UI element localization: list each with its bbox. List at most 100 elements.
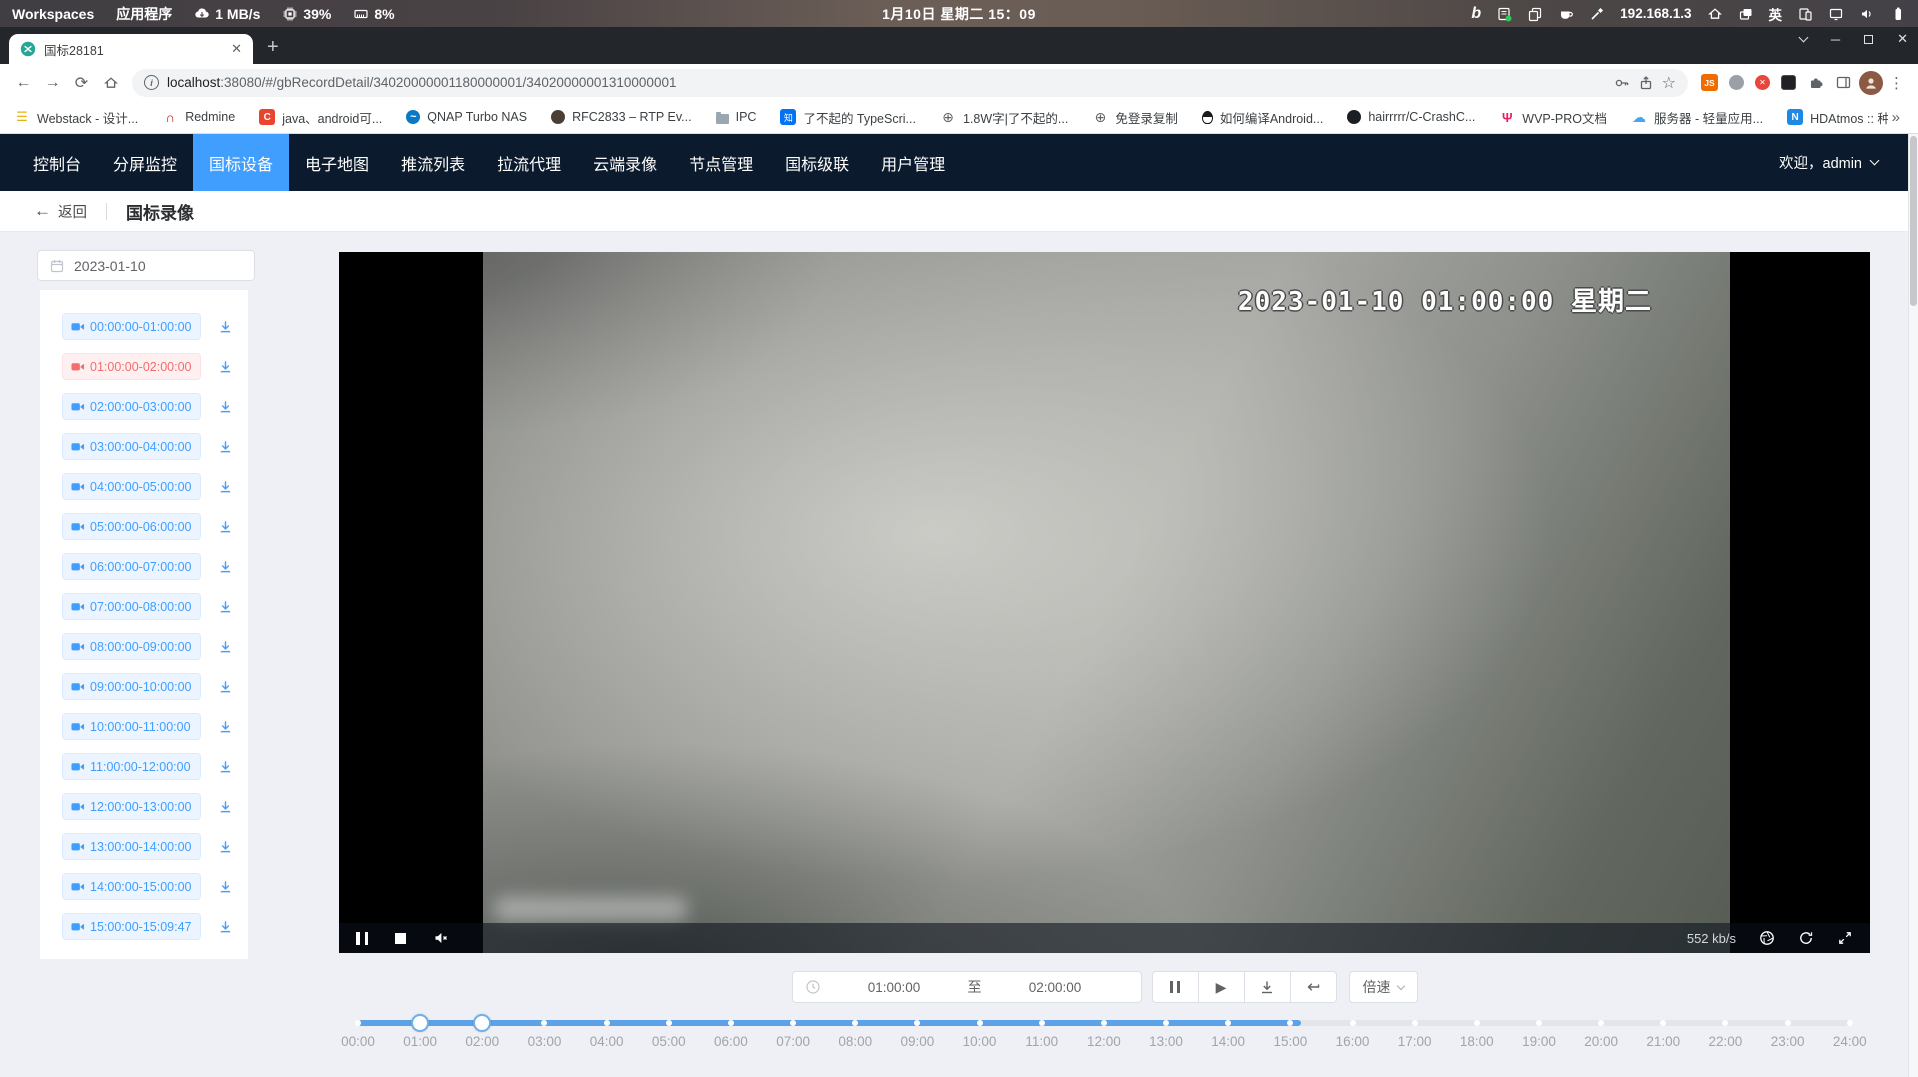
recording-segment-button[interactable]: 10:00:00-11:00:00 <box>62 713 201 740</box>
bookmark[interactable]: WVP-PRO文档 <box>1499 108 1607 127</box>
player-refresh-button[interactable] <box>1798 930 1814 946</box>
timeline-start-handle[interactable] <box>411 1014 429 1032</box>
timeline-end-handle[interactable] <box>473 1014 491 1032</box>
nav-tab[interactable]: 国标级联 <box>769 134 865 191</box>
nav-tab[interactable]: 节点管理 <box>673 134 769 191</box>
download-segment-button[interactable] <box>218 639 233 654</box>
display-tray-icon[interactable] <box>1828 6 1844 22</box>
player-mute-button[interactable] <box>433 930 449 946</box>
network-speed-indicator[interactable]: 1 MB/s <box>194 6 260 22</box>
profile-avatar[interactable] <box>1859 71 1883 95</box>
download-segment-button[interactable] <box>218 879 233 894</box>
extensions-puzzle-icon[interactable] <box>1807 74 1824 91</box>
bookmark[interactable]: 服务器 - 轻量应用... <box>1631 108 1763 127</box>
browser-home-button[interactable] <box>97 75 124 91</box>
recording-segment-button[interactable]: 08:00:00-09:00:00 <box>62 633 201 660</box>
recording-segment-button[interactable]: 00:00:00-01:00:00 <box>62 313 201 340</box>
memory-usage-indicator[interactable]: 8% <box>353 6 394 22</box>
recording-segment-button[interactable]: 07:00:00-08:00:00 <box>62 593 201 620</box>
recording-segment-button[interactable]: 15:00:00-15:09:47 <box>62 913 201 940</box>
share-icon[interactable] <box>1638 75 1654 91</box>
nav-tab[interactable]: 用户管理 <box>865 134 961 191</box>
page-scrollbar[interactable] <box>1908 134 1918 1077</box>
js-extension-icon[interactable]: JS <box>1701 74 1718 91</box>
bookmark-star-icon[interactable]: ☆ <box>1662 73 1676 93</box>
phone-link-icon[interactable] <box>1797 6 1813 22</box>
playback-speed-button[interactable]: 倍速 <box>1349 971 1418 1003</box>
download-segment-button[interactable] <box>218 559 233 574</box>
download-segment-button[interactable] <box>218 439 233 454</box>
url-bar[interactable]: i localhost:38080/#/gbRecordDetail/34020… <box>132 69 1688 97</box>
play-button[interactable]: ▶ <box>1198 971 1245 1003</box>
download-segment-button[interactable] <box>218 479 233 494</box>
seek-back-button[interactable] <box>1290 971 1337 1003</box>
window-close-button[interactable]: ✕ <box>1897 31 1908 47</box>
start-time-value[interactable]: 01:00:00 <box>821 980 968 995</box>
recording-segment-button[interactable]: 13:00:00-14:00:00 <box>62 833 201 860</box>
time-range-picker[interactable]: 01:00:00 至 02:00:00 <box>792 971 1142 1003</box>
download-segment-button[interactable] <box>218 839 233 854</box>
volume-tray-icon[interactable] <box>1859 6 1875 22</box>
bookmark[interactable]: hairrrrr/C-CrashC... <box>1347 108 1475 127</box>
download-segment-button[interactable] <box>218 759 233 774</box>
cookie-extension-icon[interactable] <box>1729 75 1744 90</box>
recording-segment-button[interactable]: 04:00:00-05:00:00 <box>62 473 201 500</box>
nav-tab[interactable]: 分屏监控 <box>97 134 193 191</box>
recording-segment-button[interactable]: 11:00:00-12:00:00 <box>62 753 201 780</box>
password-key-icon[interactable] <box>1614 75 1630 91</box>
download-segment-button[interactable] <box>218 319 233 334</box>
cpu-usage-indicator[interactable]: 39% <box>282 6 331 22</box>
forward-nav-button[interactable]: → <box>39 74 66 92</box>
nav-tab[interactable]: 电子地图 <box>289 134 385 191</box>
download-segment-button[interactable] <box>218 599 233 614</box>
download-recording-button[interactable] <box>1244 971 1291 1003</box>
recording-segment-button[interactable]: 06:00:00-07:00:00 <box>62 553 201 580</box>
nav-tab[interactable]: 控制台 <box>17 134 97 191</box>
download-segment-button[interactable] <box>218 359 233 374</box>
recording-segment-button[interactable]: 05:00:00-06:00:00 <box>62 513 201 540</box>
recording-segment-button[interactable]: 12:00:00-13:00:00 <box>62 793 201 820</box>
bookmark[interactable]: IPC <box>716 108 757 127</box>
bookmark[interactable]: RFC2833 – RTP Ev... <box>551 108 692 127</box>
new-tab-button[interactable]: + <box>267 37 279 57</box>
bookmark[interactable]: Redmine <box>162 108 235 127</box>
recording-segment-button[interactable]: 09:00:00-10:00:00 <box>62 673 201 700</box>
blocker-extension-icon[interactable]: ✕ <box>1755 75 1770 90</box>
battery-tray-icon[interactable] <box>1890 6 1906 22</box>
download-segment-button[interactable] <box>218 679 233 694</box>
recording-segment-button[interactable]: 02:00:00-03:00:00 <box>62 393 201 420</box>
tab-close-icon[interactable]: ✕ <box>231 41 242 57</box>
workspace-switcher-icon[interactable] <box>1738 6 1754 22</box>
back-button[interactable]: ← 返回 <box>34 201 87 222</box>
bookmark[interactable]: 免登录复制 <box>1092 108 1178 127</box>
nav-tab[interactable]: 拉流代理 <box>481 134 577 191</box>
end-time-value[interactable]: 02:00:00 <box>982 980 1129 995</box>
side-panel-icon[interactable] <box>1835 74 1852 91</box>
bookmarks-overflow-chevron[interactable]: » <box>1888 109 1904 126</box>
coffee-tray-icon[interactable] <box>1558 6 1574 22</box>
bookmark[interactable]: HDAtmos :: 种子 *... <box>1787 108 1888 127</box>
bookmark[interactable]: 如何编译Android... <box>1202 108 1324 127</box>
tray-app-b-icon[interactable]: b <box>1471 5 1481 23</box>
applications-button[interactable]: 应用程序 <box>116 4 172 24</box>
ip-address[interactable]: 192.168.1.3 <box>1620 6 1691 21</box>
player-stop-button[interactable] <box>395 933 406 944</box>
download-segment-button[interactable] <box>218 719 233 734</box>
nav-tab[interactable]: 推流列表 <box>385 134 481 191</box>
video-surface[interactable]: 2023-01-10 01:00:00 星期二 <box>483 252 1730 953</box>
recording-segment-button[interactable]: 14:00:00-15:00:00 <box>62 873 201 900</box>
nav-tab[interactable]: 国标设备 <box>193 134 289 191</box>
dark-extension-icon[interactable] <box>1781 75 1796 90</box>
player-pause-button[interactable] <box>356 932 368 945</box>
reload-button[interactable]: ⟳ <box>68 73 95 93</box>
notes-tray-icon[interactable] <box>1496 6 1512 22</box>
scrollbar-thumb[interactable] <box>1910 136 1917 306</box>
site-info-icon[interactable]: i <box>144 75 159 90</box>
back-nav-button[interactable]: ← <box>10 74 37 92</box>
nav-tab[interactable]: 云端录像 <box>577 134 673 191</box>
download-segment-button[interactable] <box>218 519 233 534</box>
snapshot-button[interactable] <box>1759 930 1775 946</box>
home-tray-icon[interactable] <box>1707 6 1723 22</box>
copy-tray-icon[interactable] <box>1527 6 1543 22</box>
clock[interactable]: 1月10日 星期二 15：09 <box>882 4 1036 24</box>
